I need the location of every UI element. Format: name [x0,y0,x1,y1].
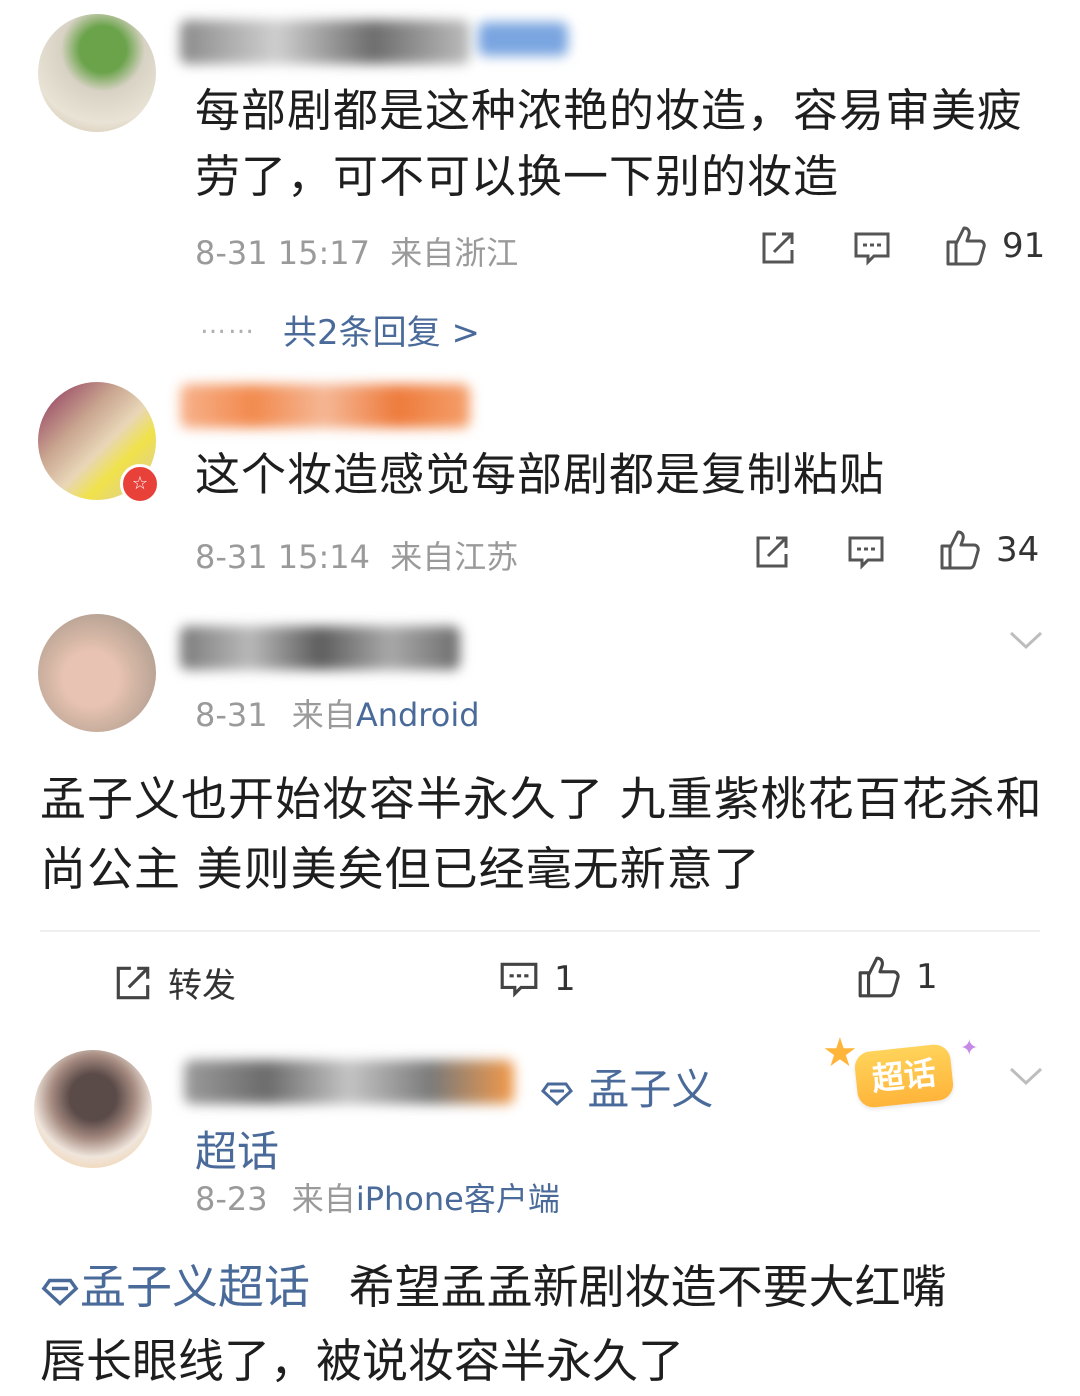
comment-icon [498,958,540,1000]
username-blurred[interactable] [184,1060,514,1104]
topic-tag-link[interactable]: 孟子义超话 [40,1260,325,1314]
like-icon [856,954,902,1000]
user-badge-blurred [478,22,568,56]
super-topic-badge-label: 超话 [870,1053,938,1099]
avatar[interactable] [38,14,156,132]
replies-dots: …… [200,310,256,340]
comment-meta: 8-31 15:17 来自浙江 [195,228,518,274]
share-button[interactable] [758,228,798,268]
post-text-line1: 希望孟孟新剧妆造不要大红嘴 [348,1260,947,1314]
share-icon [112,962,154,1004]
comment-button[interactable] [846,532,886,572]
like-count: 91 [1002,226,1046,266]
username-blurred[interactable] [180,384,470,428]
star-icon: ★ [822,1030,858,1076]
post-meta: 8-23 来自iPhone客户端 [195,1174,560,1220]
username-blurred[interactable] [180,20,470,64]
chevron-down-icon[interactable] [1008,1064,1044,1092]
divider [40,930,1040,932]
diamond-icon [40,1256,80,1326]
topic-tag: 孟子义超话 [80,1260,310,1314]
comment-icon [846,532,886,572]
topic-link[interactable]: 孟子义 [540,1056,713,1117]
topic-name: 孟子义 [587,1065,714,1114]
comment-date: 8-31 15:17 [195,234,371,272]
like-icon [938,528,982,572]
verified-badge: ☆ [120,464,160,504]
comment-button[interactable] [852,228,892,268]
chevron-down-icon[interactable] [1008,628,1044,656]
like-button[interactable]: 91 [944,224,1045,268]
like-icon [944,224,988,268]
post-from-label: 来自 [291,1180,356,1218]
diamond-icon [540,1068,574,1117]
share-button[interactable] [752,532,792,572]
comment-count: 1 [554,959,576,999]
share-icon [752,532,792,572]
post-source[interactable]: iPhone客户端 [356,1180,560,1218]
comment-button[interactable]: 1 [498,958,576,1000]
comment-location: 来自浙江 [390,234,519,272]
post-date: 8-31 [195,696,268,734]
comment-location: 来自江苏 [390,538,519,576]
repost-label: 转发 [168,966,236,1006]
sparkle-icon: ✦ [960,1036,979,1061]
view-replies-link[interactable]: 共2条回复 > [283,305,480,354]
like-button[interactable]: 34 [938,528,1039,572]
repost-button[interactable]: 转发 [112,958,236,1007]
post-source[interactable]: Android [356,696,480,734]
post-from-label: 来自 [291,696,356,734]
share-icon [758,228,798,268]
comment-text: 这个妆造感觉每部剧都是复制粘贴 [195,448,886,501]
post-text: 孟子义也开始妆容半永久了 九重紫桃花百花杀和尚公主 美则美矣但已经毫无新意了 [40,772,1043,896]
super-topic-badge[interactable]: 超话 [853,1043,955,1109]
comment-meta: 8-31 15:14 来自江苏 [195,532,518,578]
username-blurred[interactable] [180,626,460,670]
like-count: 1 [916,957,938,997]
comment-icon [852,228,892,268]
post-text: 孟子义超话 希望孟孟新剧妆造不要大红嘴 唇长眼线了，被说妆容半永久了 [40,1252,1060,1396]
comment-text: 每部剧都是这种浓艳的妆造，容易审美疲劳了，可不可以换一下别的妆造 [195,84,1024,203]
like-count: 34 [996,530,1040,570]
post-date: 8-23 [195,1180,268,1218]
avatar[interactable] [34,1050,152,1168]
avatar[interactable] [38,614,156,732]
like-button[interactable]: 1 [856,954,938,1000]
comment-date: 8-31 15:14 [195,538,371,576]
post-text-line2: 唇长眼线了，被说妆容半永久了 [40,1333,684,1388]
post-meta: 8-31 来自Android [195,690,480,736]
topic-name-continued[interactable]: 超话 [195,1118,279,1179]
